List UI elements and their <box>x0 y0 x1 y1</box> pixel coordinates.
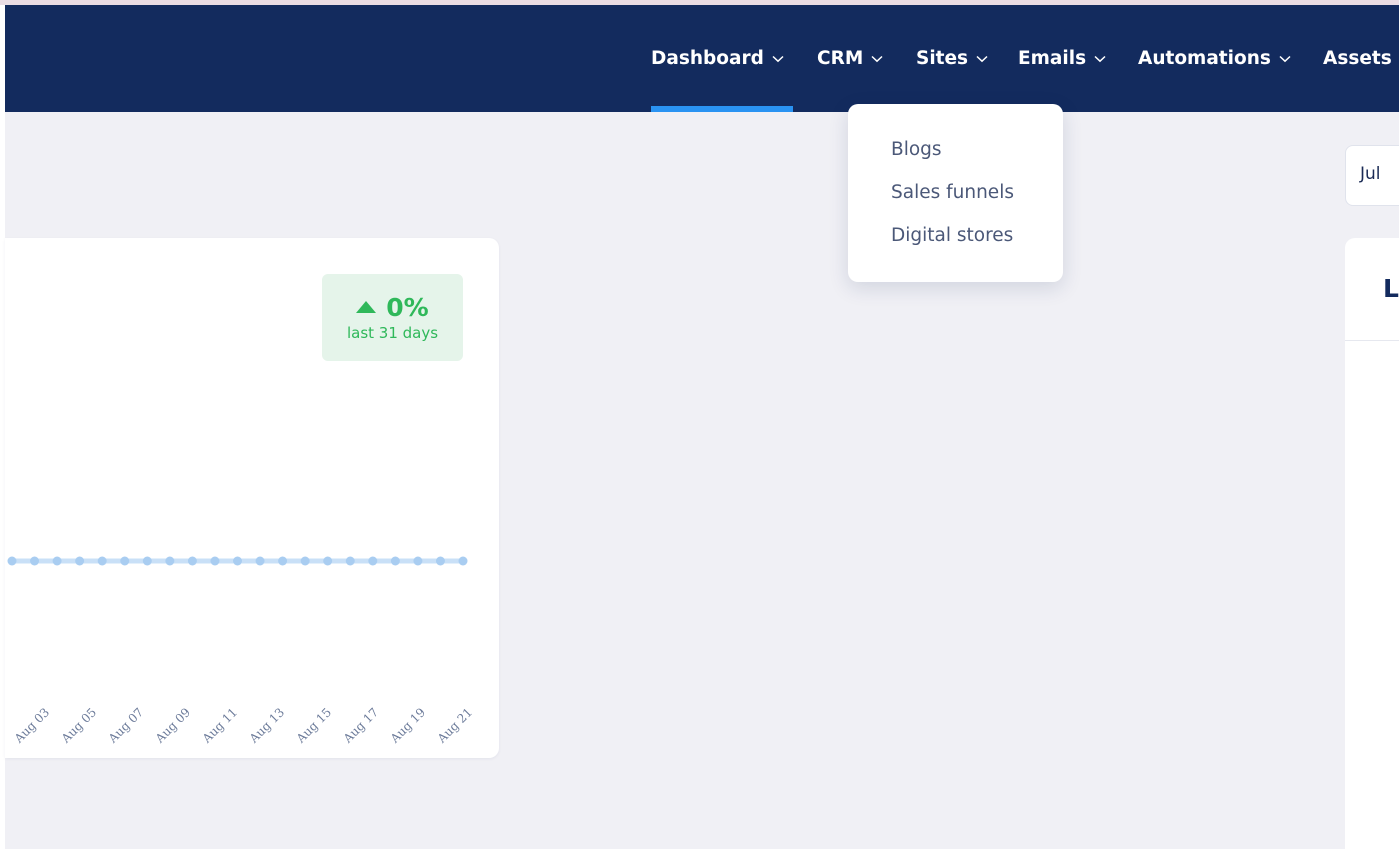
x-tick-label: Aug 07 <box>105 705 146 746</box>
chevron-down-icon <box>871 55 883 63</box>
data-point[interactable] <box>255 556 265 566</box>
nav-item-automations[interactable]: Automations <box>1138 5 1291 112</box>
nav-item-assets[interactable]: Assets <box>1323 5 1392 112</box>
x-tick-label: Aug 19 <box>387 705 428 746</box>
nav-label-dashboard: Dashboard <box>651 48 764 69</box>
nav-item-dashboard[interactable]: Dashboard <box>651 5 784 112</box>
sites-dropdown-menu: Blogs Sales funnels Digital stores <box>848 104 1063 282</box>
x-tick-label: Aug 03 <box>11 705 52 746</box>
data-point[interactable] <box>52 556 62 566</box>
data-point[interactable] <box>323 556 333 566</box>
dropdown-item-blogs[interactable]: Blogs <box>891 139 942 160</box>
dropdown-item-sales-funnels[interactable]: Sales funnels <box>891 182 1014 203</box>
data-point[interactable] <box>142 556 152 566</box>
data-point[interactable] <box>165 556 175 566</box>
data-point[interactable] <box>120 556 130 566</box>
x-tick-label: Aug 15 <box>293 705 334 746</box>
nav-label-emails: Emails <box>1018 48 1087 69</box>
data-point[interactable] <box>187 556 197 566</box>
data-point[interactable] <box>278 556 288 566</box>
right-panel-title: L <box>1383 274 1399 303</box>
change-caption: last 31 days <box>346 324 439 342</box>
data-point[interactable] <box>390 556 400 566</box>
data-point[interactable] <box>210 556 220 566</box>
date-range-label: Jul <box>1360 164 1381 184</box>
dropdown-item-digital-stores[interactable]: Digital stores <box>891 225 1013 246</box>
data-point[interactable] <box>233 556 242 566</box>
chevron-down-icon <box>976 55 988 63</box>
divider <box>1345 340 1399 341</box>
data-point[interactable] <box>435 556 445 566</box>
data-point[interactable] <box>413 556 423 566</box>
data-point[interactable] <box>97 556 107 566</box>
nav-item-emails[interactable]: Emails <box>1018 5 1106 112</box>
chevron-down-icon <box>1094 55 1106 63</box>
x-tick-label: Aug 17 <box>340 705 381 746</box>
nav-label-assets: Assets <box>1323 48 1392 69</box>
data-point[interactable] <box>345 556 355 566</box>
x-tick-label: Aug 21 <box>434 705 475 746</box>
data-point[interactable] <box>458 556 468 566</box>
nav-label-automations: Automations <box>1138 48 1271 69</box>
nav-label-crm: CRM <box>817 48 864 69</box>
nav-item-sites[interactable]: Sites <box>916 5 988 112</box>
active-tab-indicator <box>651 106 793 112</box>
nav-label-sites: Sites <box>916 48 969 69</box>
data-point[interactable] <box>368 556 378 566</box>
change-badge: 0% last 31 days <box>322 274 463 361</box>
chevron-down-icon <box>1279 55 1291 63</box>
data-point[interactable] <box>75 556 85 566</box>
x-tick-label: Aug 13 <box>246 705 287 746</box>
data-point[interactable] <box>7 556 17 566</box>
top-navigation-bar: Dashboard CRM Sites Emails Automations A… <box>5 5 1399 112</box>
chevron-down-icon <box>772 55 784 63</box>
stats-chart-card: Aug 03 Aug 05 Aug 07 Aug 09 Aug 11 Aug 13 Aug … <box>5 238 499 758</box>
trend-up-icon <box>356 298 377 317</box>
date-range-picker[interactable]: Jul <box>1345 145 1399 206</box>
data-point[interactable] <box>300 556 310 566</box>
data-point[interactable] <box>30 556 40 566</box>
change-value: 0% <box>386 293 429 322</box>
x-tick-label: Aug 11 <box>199 705 240 746</box>
x-tick-label: Aug 09 <box>152 705 193 746</box>
x-tick-label: Aug 05 <box>58 705 99 746</box>
nav-item-crm[interactable]: CRM <box>817 5 883 112</box>
right-panel: L <box>1345 238 1399 849</box>
